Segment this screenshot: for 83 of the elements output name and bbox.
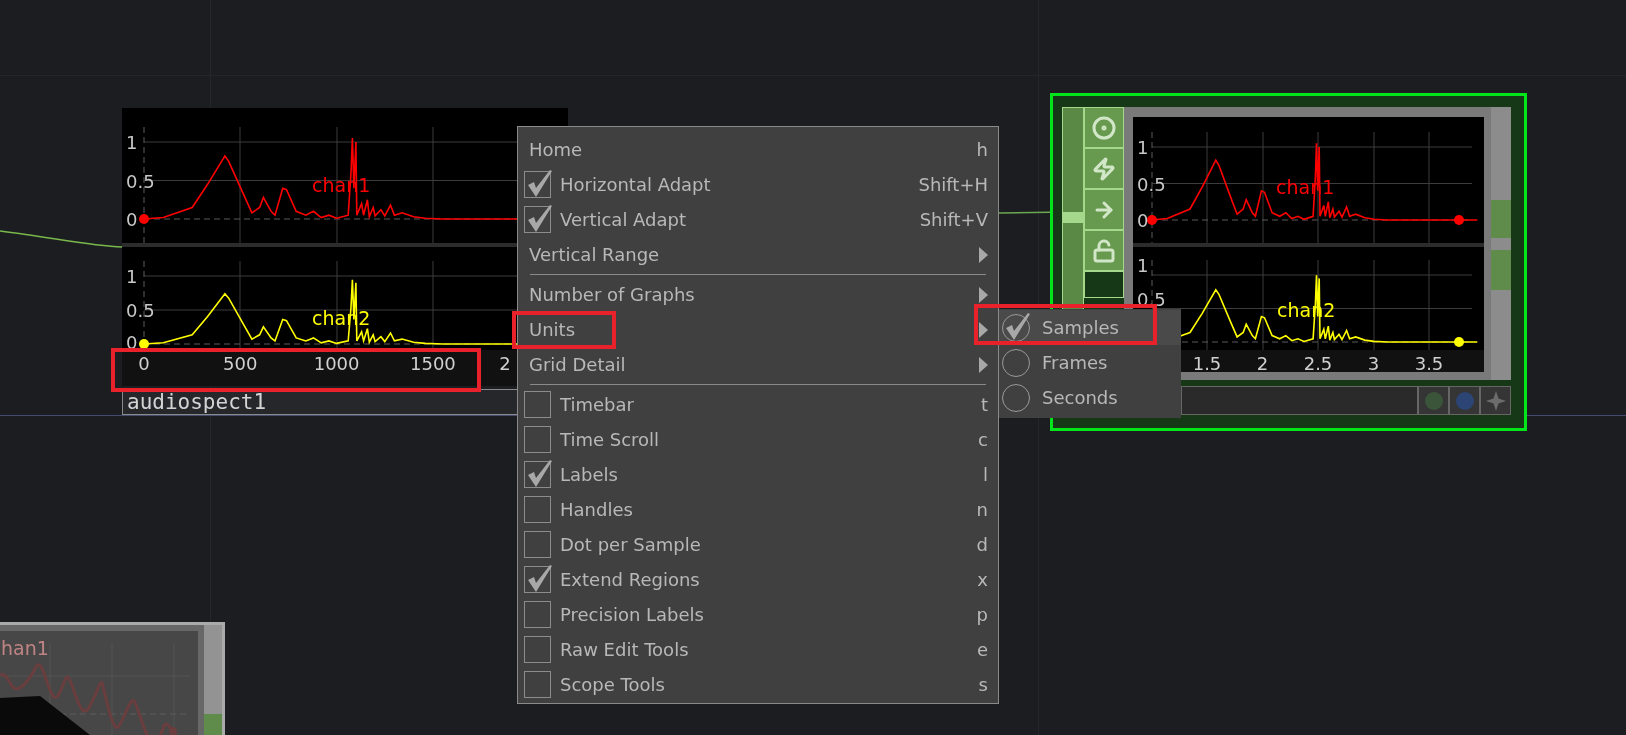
axis-label: 0 [1137, 210, 1149, 231]
padlock-icon [1092, 238, 1116, 263]
channel-label: han1 [1, 637, 49, 659]
shortcut-text: c [978, 428, 988, 452]
axis-label: 0.5 [126, 300, 155, 321]
menu-item[interactable]: Seconds [999, 380, 1181, 415]
shortcut-text: d [976, 533, 988, 557]
axis-label: 1 [126, 266, 138, 287]
checkbox[interactable] [524, 461, 551, 488]
checkbox[interactable] [524, 531, 551, 558]
caret-right-icon [979, 321, 988, 338]
menu-item[interactable]: Time Scroll c [518, 422, 998, 457]
node-flag-button[interactable] [1084, 148, 1124, 189]
menu-item[interactable]: Vertical Adapt Shift+V [518, 202, 998, 237]
menu-item[interactable]: Grid Detail [518, 347, 998, 382]
axis-label: 0.5 [1137, 173, 1166, 195]
node-flag-button[interactable] [1084, 107, 1124, 148]
axis-label: 1 [1137, 255, 1149, 276]
axis-label: 3.5 [1414, 353, 1444, 375]
menu-item[interactable]: Scope Tools s [518, 667, 998, 702]
axis-label: 500 [223, 353, 258, 375]
shortcut-text: e [976, 638, 988, 662]
target-icon [1092, 115, 1116, 140]
menu-item[interactable]: Raw Edit Tools e [518, 632, 998, 667]
checkbox[interactable] [524, 566, 551, 593]
menu-item[interactable]: Home h [518, 132, 998, 167]
shortcut-text: s [978, 673, 988, 697]
axis-label: 0.5 [126, 170, 155, 192]
axis-label: 0 [126, 209, 138, 230]
input-connector[interactable] [1063, 212, 1083, 223]
menu-item[interactable]: Vertical Range [518, 237, 998, 272]
shortcut-text: l [983, 463, 988, 487]
node-flag-button[interactable] [1084, 189, 1124, 230]
menu-item[interactable]: Number of Graphs [518, 277, 998, 312]
axis-label: 2.5 [1303, 353, 1333, 375]
axis-label: 1 [1137, 137, 1149, 158]
checkbox[interactable] [524, 601, 551, 628]
menu-item[interactable]: Extend Regions x [518, 562, 998, 597]
checkbox[interactable] [524, 391, 551, 418]
scroll-handle[interactable] [204, 714, 222, 735]
caret-right-icon [979, 356, 988, 373]
node-flag-button[interactable] [1084, 230, 1124, 271]
menu-item[interactable]: Frames [999, 345, 1181, 380]
viewer-button[interactable] [1449, 386, 1480, 415]
endpoint-dot [1147, 215, 1157, 225]
lightning-icon [1092, 156, 1116, 181]
checkbox[interactable] [524, 426, 551, 453]
axis-label: 1.5 [1192, 353, 1222, 375]
checkbox[interactable] [524, 496, 551, 523]
axis-label: 1500 [410, 353, 456, 375]
shortcut-text: Shift+H [918, 173, 988, 197]
caret-right-icon [979, 246, 988, 263]
menu-item[interactable]: Dot per Sample d [518, 527, 998, 562]
shortcut-text: t [980, 393, 988, 417]
axis-label: 2 [499, 353, 511, 375]
node-flag-button[interactable] [1084, 271, 1124, 298]
viewer-button[interactable] [1480, 386, 1511, 415]
shortcut-text: n [976, 498, 988, 522]
checkbox[interactable] [524, 171, 551, 198]
axis-label: 0 [138, 353, 150, 375]
shortcut-text: p [976, 603, 988, 627]
axis-label: 2 [1256, 353, 1269, 375]
axis-label: 1 [126, 132, 138, 153]
menu-item[interactable]: Horizontal Adapt Shift+H [518, 167, 998, 202]
checkbox[interactable] [524, 206, 551, 233]
axis-label: 1000 [313, 353, 360, 375]
menu-item[interactable]: Labels l [518, 457, 998, 492]
shortcut-text: h [976, 138, 988, 162]
sparkle-icon [1485, 390, 1506, 411]
shortcut-text: Shift+V [919, 208, 988, 232]
axis-label: 3 [1367, 353, 1380, 375]
checkbox[interactable] [524, 636, 551, 663]
shortcut-text: x [977, 568, 988, 592]
scroll-handle[interactable] [1491, 200, 1511, 238]
menu-item[interactable]: Handles n [518, 492, 998, 527]
menu-item[interactable]: Units [518, 312, 998, 347]
caret-right-icon [979, 286, 988, 303]
checkbox[interactable] [524, 671, 551, 698]
viewer-button[interactable] [1418, 386, 1449, 415]
menu-item[interactable]: Precision Labels p [518, 597, 998, 632]
scroll-handle[interactable] [1491, 250, 1511, 290]
name-field[interactable] [1181, 386, 1418, 415]
endpoint-dot [169, 727, 177, 735]
